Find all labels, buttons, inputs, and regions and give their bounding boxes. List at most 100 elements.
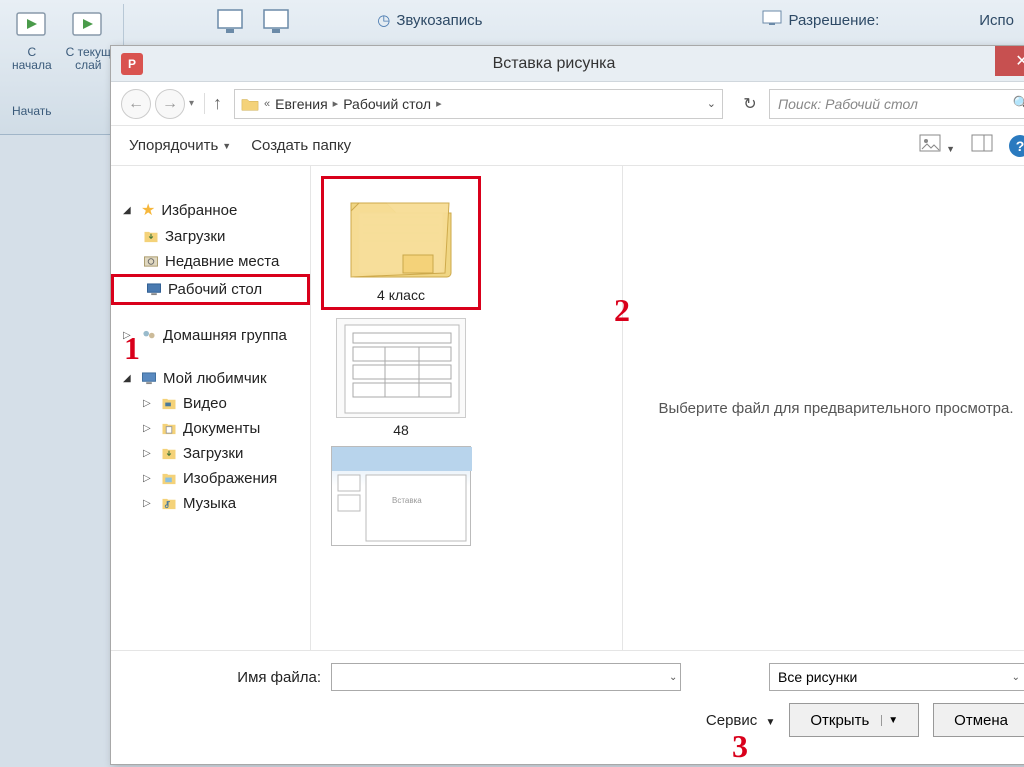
audio-record-button[interactable]: ◷ Звукозапись xyxy=(377,10,482,30)
expand-icon: ▷ xyxy=(143,473,155,484)
organize-label: Упорядочить xyxy=(129,137,218,154)
pane-icon xyxy=(971,134,993,152)
dialog-toolbar: Упорядочить ▼ Создать папку ▼ ? xyxy=(111,126,1024,166)
tree-desktop[interactable]: Рабочий стол xyxy=(111,274,310,305)
tree-label: Изображения xyxy=(183,470,277,487)
folder-tree: ◢ ★ Избранное Загрузки Недавние места Ра… xyxy=(111,166,311,650)
from-beginning-button[interactable]: С начала xyxy=(8,6,56,74)
tree-label: Документы xyxy=(183,420,260,437)
images-icon xyxy=(161,472,177,485)
search-placeholder: Поиск: Рабочий стол xyxy=(778,96,918,112)
chevron-down-icon: ▼ xyxy=(222,141,231,151)
downloads-icon xyxy=(143,230,159,243)
expand-icon: ▷ xyxy=(143,498,155,509)
desktop-icon xyxy=(146,283,162,296)
open-label: Открыть xyxy=(810,712,869,729)
resolution-label: Разрешение: xyxy=(788,12,879,29)
breadcrumb-collapse: « xyxy=(261,98,273,110)
dialog-titlebar: P Вставка рисунка ✕ xyxy=(111,46,1024,82)
play-icon xyxy=(14,8,50,44)
expand-icon: ▷ xyxy=(143,448,155,459)
tree-label: Рабочий стол xyxy=(168,281,262,298)
cancel-button[interactable]: Отмена xyxy=(933,703,1024,737)
close-icon: ✕ xyxy=(1015,51,1024,71)
star-icon: ★ xyxy=(141,200,155,220)
file-list: 4 класс 48 xyxy=(311,166,623,650)
search-input[interactable]: Поиск: Рабочий стол 🔍 xyxy=(769,89,1024,119)
up-button[interactable]: ↑ xyxy=(204,93,222,114)
open-button[interactable]: Открыть ▼ xyxy=(789,703,919,737)
breadcrumb[interactable]: « Евгения ▸ Рабочий стол ▸ ⌄ xyxy=(234,89,723,119)
view-button[interactable]: ▼ xyxy=(919,134,955,157)
tree-images[interactable]: ▷ Изображения xyxy=(111,466,310,491)
insert-picture-dialog: P Вставка рисунка ✕ ← → ▾ ↑ « Евгения ▸ … xyxy=(110,45,1024,765)
tools-button[interactable]: Сервис ▼ xyxy=(706,712,775,729)
tree-favorites[interactable]: ◢ ★ Избранное xyxy=(111,196,310,224)
breadcrumb-item-2[interactable]: Рабочий стол xyxy=(343,96,431,112)
tree-music[interactable]: ▷ Музыка xyxy=(111,491,310,516)
dialog-body: ◢ ★ Избранное Загрузки Недавние места Ра… xyxy=(111,166,1024,650)
chevron-down-icon[interactable]: ⌄ xyxy=(707,97,716,110)
tree-downloads-2[interactable]: ▷ Загрузки xyxy=(111,441,310,466)
monitor-icon xyxy=(214,6,246,38)
new-folder-label: Создать папку xyxy=(251,137,351,154)
tree-homegroup[interactable]: ▷ Домашняя группа xyxy=(111,323,310,348)
refresh-button[interactable]: ↻ xyxy=(735,89,765,119)
breadcrumb-item-1[interactable]: Евгения xyxy=(275,96,328,112)
file-item-doc[interactable]: 48 xyxy=(321,318,481,438)
file-item-folder[interactable]: 4 класс xyxy=(321,176,481,310)
preview-pane-button[interactable] xyxy=(971,134,993,157)
tree-documents[interactable]: ▷ Документы xyxy=(111,416,310,441)
monitor-small-icon xyxy=(762,10,782,30)
picture-icon xyxy=(919,134,941,152)
file-item-ppt[interactable]: Вставка xyxy=(321,446,481,546)
chevron-down-icon: ⌄ xyxy=(1012,672,1020,683)
filename-label: Имя файла: xyxy=(131,669,321,686)
from-beginning-label: С начала xyxy=(12,46,52,72)
refresh-icon: ↻ xyxy=(743,94,756,114)
music-icon xyxy=(161,497,177,510)
chevron-down-icon[interactable]: ⌄ xyxy=(669,672,677,683)
tree-recent[interactable]: Недавние места xyxy=(111,249,310,274)
chevron-down-icon: ▼ xyxy=(765,717,775,728)
tree-label: Домашняя группа xyxy=(163,327,287,344)
chevron-right-icon: ▸ xyxy=(330,97,342,110)
search-icon: 🔍 xyxy=(1013,95,1024,112)
app-icon: P xyxy=(121,53,143,75)
tree-downloads[interactable]: Загрузки xyxy=(111,224,310,249)
svg-text:Вставка: Вставка xyxy=(392,496,422,505)
from-current-label: С текущ слай xyxy=(66,46,111,72)
split-dropdown-icon[interactable]: ▼ xyxy=(881,715,898,726)
tree-label: Загрузки xyxy=(165,228,225,245)
arrow-right-icon: → xyxy=(162,95,178,113)
forward-button[interactable]: → xyxy=(155,89,185,119)
play-current-icon xyxy=(70,8,106,44)
filename-input[interactable] xyxy=(331,663,681,691)
organize-button[interactable]: Упорядочить ▼ xyxy=(129,137,231,154)
expand-icon: ▷ xyxy=(143,398,155,409)
tree-computer[interactable]: ◢ Мой любимчик xyxy=(111,366,310,391)
help-button[interactable]: ? xyxy=(1009,135,1024,157)
chevron-right-icon: ▸ xyxy=(433,97,445,110)
tree-label: Загрузки xyxy=(183,445,243,462)
video-icon xyxy=(161,397,177,410)
filter-label: Все рисунки xyxy=(778,669,857,685)
arrow-up-icon: ↑ xyxy=(213,93,222,113)
resolution-button[interactable]: Разрешение: xyxy=(762,10,879,30)
back-button[interactable]: ← xyxy=(121,89,151,119)
from-current-button[interactable]: С текущ слай xyxy=(62,6,115,74)
filetype-filter[interactable]: Все рисунки ⌄ xyxy=(769,663,1024,691)
help-icon: ? xyxy=(1016,138,1024,154)
history-dropdown-icon[interactable]: ▾ xyxy=(189,98,194,109)
tree-video[interactable]: ▷ Видео xyxy=(111,391,310,416)
close-button[interactable]: ✕ xyxy=(995,46,1024,76)
tree-label: Музыка xyxy=(183,495,236,512)
new-folder-button[interactable]: Создать папку xyxy=(251,137,351,154)
computer-icon xyxy=(141,372,157,385)
tree-label: Избранное xyxy=(161,202,237,219)
ribbon-group-label: Начать xyxy=(0,100,64,122)
dialog-footer: Имя файла: ⌄ Все рисунки ⌄ Сервис ▼ Откр… xyxy=(111,650,1024,749)
monitor-icon-2 xyxy=(260,6,292,38)
ribbon-group-start: С начала С текущ слай xyxy=(0,4,124,99)
annotation-3: 3 xyxy=(732,728,748,765)
